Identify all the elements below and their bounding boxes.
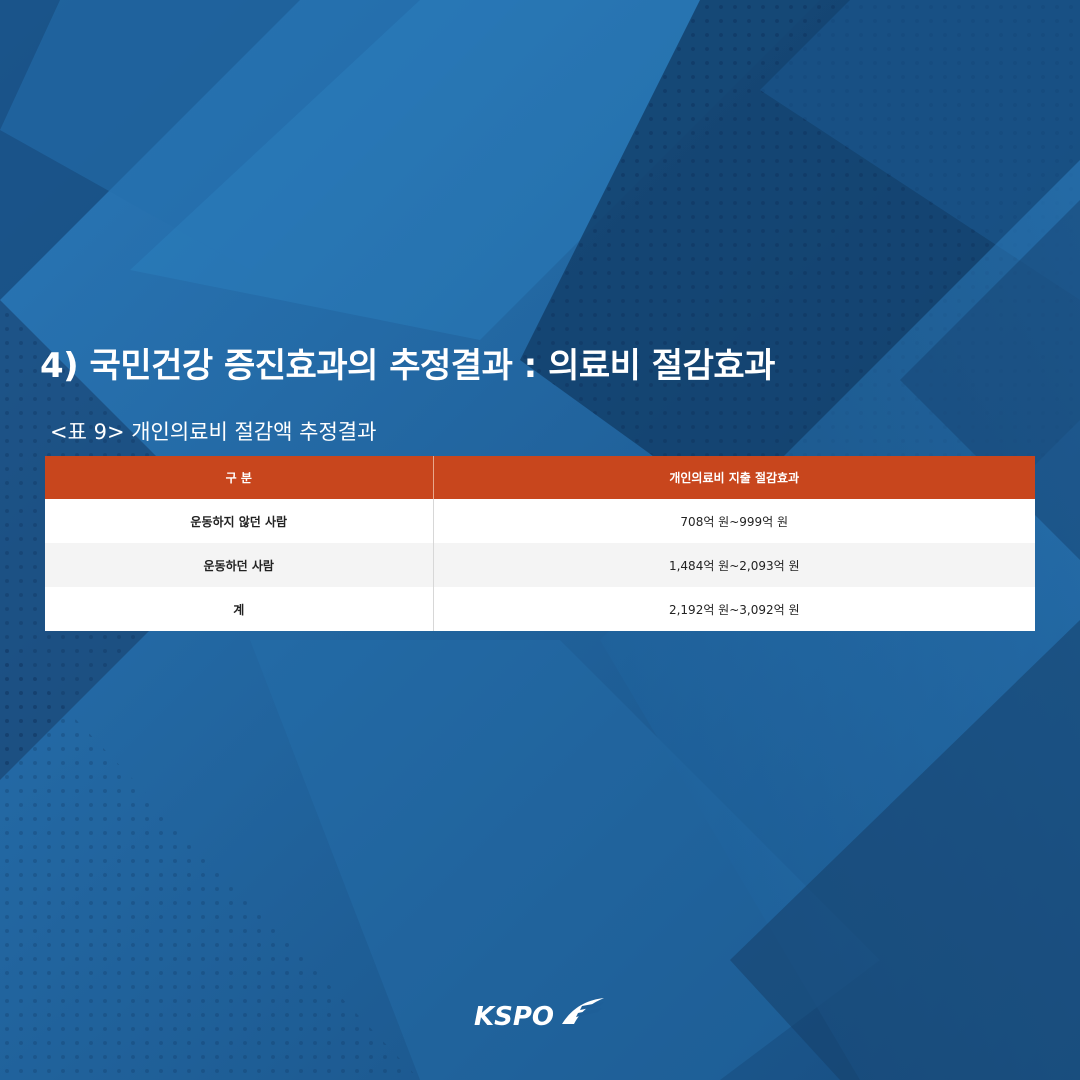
row-value: 1,484억 원~2,093억 원 [433,543,1035,587]
row-label: 계 [45,587,434,631]
row-value: 2,192억 원~3,092억 원 [433,587,1035,631]
column-header-category: 구 분 [45,456,434,499]
kspo-logo: KSPO [474,996,606,1036]
table-row: 운동하지 않던 사람 708억 원~999억 원 [45,499,1035,543]
logo-text: KSPO [474,1002,555,1032]
row-label: 운동하던 사람 [45,543,434,587]
column-header-savings: 개인의료비 지출 절감효과 [433,456,1035,499]
table-row: 운동하던 사람 1,484억 원~2,093억 원 [45,543,1035,587]
kspo-swoosh-icon [562,998,604,1024]
page-title: 4) 국민건강 증진효과의 추정결과 : 의료비 절감효과 [40,346,775,386]
row-value: 708억 원~999억 원 [433,499,1035,543]
table-row-total: 계 2,192억 원~3,092억 원 [45,587,1035,631]
row-label: 운동하지 않던 사람 [45,499,434,543]
table-header-row: 구 분 개인의료비 지출 절감효과 [45,456,1035,499]
savings-table: 구 분 개인의료비 지출 절감효과 운동하지 않던 사람 708억 원~999억… [45,456,1035,631]
table-caption: <표 9> 개인의료비 절감액 추정결과 [50,420,377,444]
